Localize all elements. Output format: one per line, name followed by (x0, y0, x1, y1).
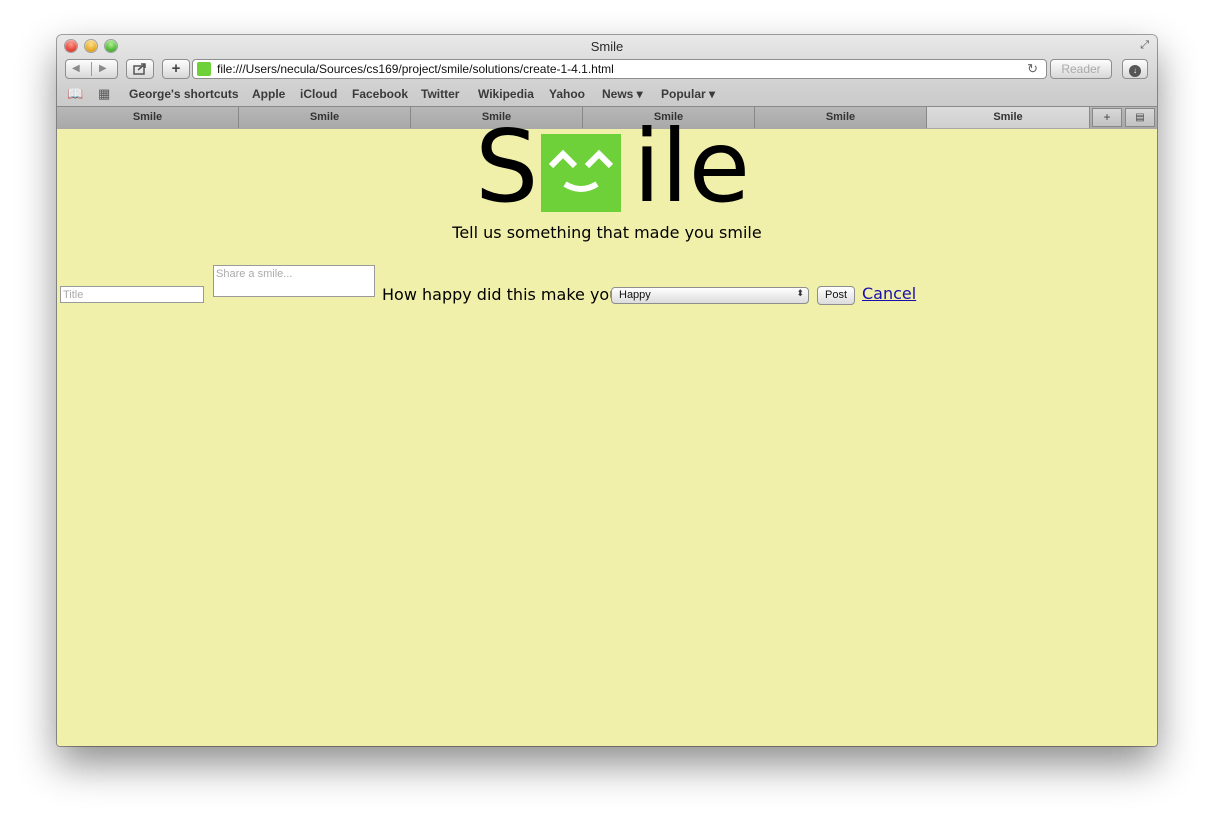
bookmark-wikipedia[interactable]: Wikipedia (478, 87, 534, 101)
select-arrows-icon: ⬍ (796, 288, 804, 298)
page-content: S ile Tell us something that made you sm… (57, 117, 1157, 746)
bookmark-facebook[interactable]: Facebook (352, 87, 408, 101)
window-title: Smile (590, 39, 624, 54)
bookmark-twitter[interactable]: Twitter (421, 87, 459, 101)
title-input[interactable] (60, 286, 204, 303)
toolbar: ◀ ▶ + file:///Users/necula/Sources/cs169… (57, 57, 1157, 83)
bookmark-icloud[interactable]: iCloud (300, 87, 337, 101)
logo-letter-s: S (475, 108, 539, 225)
bookmark-apple[interactable]: Apple (252, 87, 285, 101)
forward-arrow-icon[interactable]: ▶ (99, 60, 107, 78)
plus-icon: + (171, 60, 181, 77)
post-button[interactable]: Post (817, 286, 855, 305)
share-smile-textarea[interactable] (213, 265, 375, 297)
divider (91, 62, 92, 76)
page-subtitle: Tell us something that made you smile (452, 223, 762, 242)
back-forward-buttons: ◀ ▶ (65, 59, 118, 79)
download-icon: ↓ (1129, 65, 1141, 77)
share-icon (133, 63, 146, 75)
back-arrow-icon[interactable]: ◀ (72, 60, 80, 78)
bookmark-georges-shortcuts[interactable]: George's shortcuts (129, 87, 239, 101)
browser-window: Smile ⤢ ◀ ▶ + file:///Users/necula/Sourc… (57, 35, 1157, 746)
logo-letters-ile: ile (633, 108, 751, 225)
fullscreen-icon[interactable]: ⤢ (1140, 39, 1149, 52)
cancel-link[interactable]: Cancel (862, 284, 916, 303)
tab-bar: Smile Smile Smile Smile Smile Smile + ▤ (57, 106, 1157, 129)
bookmark-popular-menu[interactable]: Popular ▾ (661, 87, 715, 101)
share-button[interactable] (126, 59, 154, 79)
happiness-selected-value: Happy (619, 289, 651, 301)
reload-icon[interactable]: ↻ (1027, 61, 1038, 77)
bookmarks-bar: 📖 ▦ George's shortcuts Apple iCloud Face… (57, 83, 1157, 105)
address-bar[interactable]: file:///Users/necula/Sources/cs169/proje… (192, 59, 1047, 79)
bookmark-yahoo[interactable]: Yahoo (549, 87, 585, 101)
downloads-button[interactable]: ↓ (1122, 59, 1148, 79)
tab-2[interactable]: Smile (239, 107, 411, 128)
new-tab-button[interactable]: + (1092, 108, 1122, 127)
smile-favicon-icon (197, 62, 211, 76)
smile-face-icon (541, 134, 621, 212)
browser-chrome: Smile ⤢ ◀ ▶ + file:///Users/necula/Sourc… (57, 35, 1157, 129)
tab-5[interactable]: Smile (755, 107, 927, 128)
reader-button[interactable]: Reader (1050, 59, 1112, 79)
tab-6-active[interactable]: Smile (927, 107, 1090, 128)
bookmark-news-menu[interactable]: News ▾ (602, 87, 643, 101)
reading-list-icon[interactable]: 📖 (67, 86, 83, 102)
url-text: file:///Users/necula/Sources/cs169/proje… (217, 62, 614, 76)
add-bookmark-button[interactable]: + (162, 59, 190, 79)
top-sites-icon[interactable]: ▦ (98, 86, 110, 102)
tab-1[interactable]: Smile (57, 107, 239, 128)
tab-overview-button[interactable]: ▤ (1125, 108, 1155, 127)
happiness-question-label: How happy did this make you? (382, 285, 628, 304)
title-bar: Smile ⤢ (57, 35, 1157, 57)
happiness-select[interactable]: Happy ⬍ (611, 287, 809, 304)
